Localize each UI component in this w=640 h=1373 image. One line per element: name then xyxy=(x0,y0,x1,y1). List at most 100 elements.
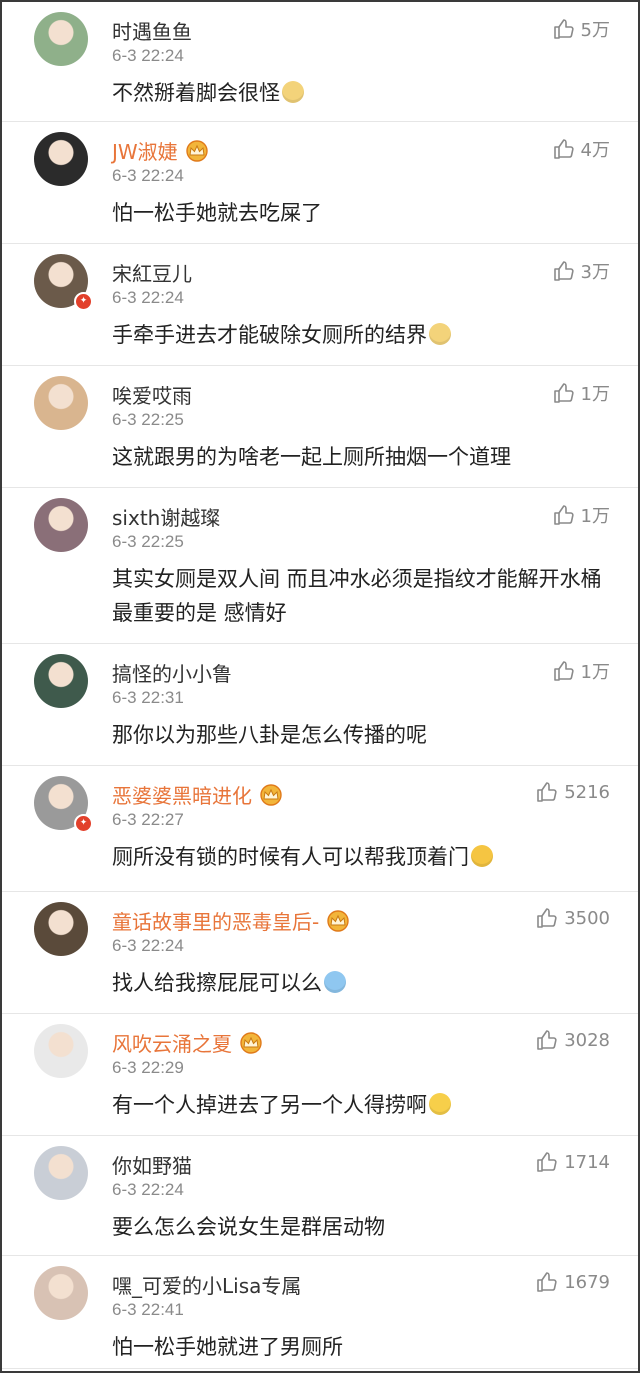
username[interactable]: 宋紅豆儿 xyxy=(112,258,192,287)
like-count: 1万 xyxy=(580,662,610,683)
like-count: 3500 xyxy=(564,907,610,929)
thumbs-up-icon xyxy=(552,503,581,527)
smile-emoji xyxy=(429,1093,451,1115)
comment-item: 你如野猫 6-3 22:24 要么怎么会说女生是群居动物 1714 xyxy=(2,1136,638,1256)
like-button[interactable]: 1万 xyxy=(552,502,610,528)
comment-timestamp: 6-3 22:25 xyxy=(112,532,184,551)
comment-timestamp: 6-3 22:24 xyxy=(112,288,184,307)
comment-body: 不然掰着脚会很怪 xyxy=(112,76,612,110)
avatar[interactable] xyxy=(34,1266,88,1320)
verified-badge-icon: ✦ xyxy=(74,292,93,311)
like-button[interactable]: 5216 xyxy=(535,780,610,804)
username[interactable]: sixth谢越璨 xyxy=(112,502,220,531)
avatar[interactable] xyxy=(34,1024,88,1078)
laugh-cry-emoji xyxy=(471,845,493,867)
vip-crown-icon xyxy=(184,139,210,162)
username[interactable]: 嘿_可爱的小Lisa专属 xyxy=(112,1270,301,1299)
comment-timestamp: 6-3 22:27 xyxy=(112,810,184,829)
verified-badge-icon: ✦ xyxy=(74,814,93,833)
username[interactable]: 唉爱哎雨 xyxy=(112,380,192,409)
like-button[interactable]: 1万 xyxy=(552,380,610,406)
comment-text: 这就跟男的为啥老一起上厕所抽烟一个道理 xyxy=(112,445,511,469)
comment-body: 其实女厕是双人间 而且冲水必须是指纹才能解开水桶 最重要的是 感情好 xyxy=(112,562,612,630)
comment-body: 怕一松手她就去吃屎了 xyxy=(112,196,612,230)
username[interactable]: JW淑婕 xyxy=(112,136,178,165)
like-button[interactable]: 1万 xyxy=(552,658,610,684)
avatar[interactable] xyxy=(34,654,88,708)
vip-crown-icon xyxy=(238,1031,264,1054)
thumbs-up-icon xyxy=(552,381,581,405)
like-count: 1714 xyxy=(564,1151,610,1173)
comment-body: 厕所没有锁的时候有人可以帮我顶着门 xyxy=(112,840,612,874)
comment-timestamp: 6-3 22:25 xyxy=(112,410,184,429)
comment-body: 手牵手进去才能破除女厕所的结界 xyxy=(112,318,612,352)
comment-list: 时遇鱼鱼 6-3 22:24 不然掰着脚会很怪 5万 JW淑婕 6-3 22:24 怕一松手… xyxy=(2,2,638,1369)
thumbs-up-icon xyxy=(535,1150,564,1174)
like-count: 3万 xyxy=(580,262,610,283)
username-row: 你如野猫 xyxy=(112,1150,192,1179)
username[interactable]: 童话故事里的恶毒皇后- xyxy=(112,906,319,935)
comments-panel: 时遇鱼鱼 6-3 22:24 不然掰着脚会很怪 5万 JW淑婕 6-3 22:24 怕一松手… xyxy=(0,0,640,1373)
comment-timestamp: 6-3 22:24 xyxy=(112,166,184,185)
comment-text: 厕所没有锁的时候有人可以帮我顶着门 xyxy=(112,845,469,869)
avatar[interactable] xyxy=(34,12,88,66)
like-button[interactable]: 1714 xyxy=(535,1150,610,1174)
comment-timestamp: 6-3 22:29 xyxy=(112,1058,184,1077)
comment-body: 这就跟男的为啥老一起上厕所抽烟一个道理 xyxy=(112,440,612,474)
thumbs-up-icon xyxy=(535,906,564,930)
thumbs-up-icon xyxy=(552,17,581,41)
avatar[interactable] xyxy=(34,1146,88,1200)
comment-item: 时遇鱼鱼 6-3 22:24 不然掰着脚会很怪 5万 xyxy=(2,2,638,122)
username-row: 风吹云涌之夏 xyxy=(112,1028,264,1057)
like-count: 1万 xyxy=(580,384,610,405)
vip-crown-icon xyxy=(258,783,284,806)
like-button[interactable]: 4万 xyxy=(552,136,610,162)
username[interactable]: 你如野猫 xyxy=(112,1150,192,1179)
comment-text: 那你以为那些八卦是怎么传播的呢 xyxy=(112,723,427,747)
comment-item: sixth谢越璨 6-3 22:25 其实女厕是双人间 而且冲水必须是指纹才能解开水… xyxy=(2,488,638,644)
username-row: JW淑婕 xyxy=(112,136,210,165)
comment-item: 童话故事里的恶毒皇后- 6-3 22:24 找人给我擦屁屁可以么 3500 xyxy=(2,892,638,1014)
like-count: 5216 xyxy=(564,781,610,803)
username-row: 唉爱哎雨 xyxy=(112,380,192,409)
comment-body: 有一个人掉进去了另一个人得捞啊 xyxy=(112,1088,612,1122)
comment-item: 唉爱哎雨 6-3 22:25 这就跟男的为啥老一起上厕所抽烟一个道理 1万 xyxy=(2,366,638,488)
comment-text: 怕一松手她就进了男厕所 xyxy=(112,1335,343,1359)
like-button[interactable]: 3万 xyxy=(552,258,610,284)
comment-body: 那你以为那些八卦是怎么传播的呢 xyxy=(112,718,612,752)
username-row: 时遇鱼鱼 xyxy=(112,16,192,45)
comment-timestamp: 6-3 22:31 xyxy=(112,688,184,707)
like-count: 5万 xyxy=(580,20,610,41)
avatar[interactable] xyxy=(34,902,88,956)
username-row: 恶婆婆黑暗进化 xyxy=(112,780,284,809)
avatar[interactable] xyxy=(34,376,88,430)
comment-item: 嘿_可爱的小Lisa专属 6-3 22:41 怕一松手她就进了男厕所 1679 xyxy=(2,1256,638,1369)
avatar[interactable] xyxy=(34,132,88,186)
doge-emoji xyxy=(429,323,451,345)
comment-text: 找人给我擦屁屁可以么 xyxy=(112,971,322,995)
like-button[interactable]: 3028 xyxy=(535,1028,610,1052)
comment-text: 有一个人掉进去了另一个人得捞啊 xyxy=(112,1093,427,1117)
comment-body: 找人给我擦屁屁可以么 xyxy=(112,966,612,1000)
like-button[interactable]: 5万 xyxy=(552,16,610,42)
comment-text: 手牵手进去才能破除女厕所的结界 xyxy=(112,323,427,347)
comment-body: 怕一松手她就进了男厕所 xyxy=(112,1330,612,1364)
username[interactable]: 时遇鱼鱼 xyxy=(112,16,192,45)
username[interactable]: 搞怪的小小鲁 xyxy=(112,658,232,687)
thumbs-up-icon xyxy=(552,659,581,683)
comment-timestamp: 6-3 22:41 xyxy=(112,1300,184,1319)
username-row: 宋紅豆儿 xyxy=(112,258,192,287)
username[interactable]: 恶婆婆黑暗进化 xyxy=(112,780,252,809)
comment-timestamp: 6-3 22:24 xyxy=(112,46,184,65)
comment-text: 其实女厕是双人间 而且冲水必须是指纹才能解开水桶 最重要的是 感情好 xyxy=(112,567,602,625)
username-row: 童话故事里的恶毒皇后- xyxy=(112,906,351,935)
avatar[interactable] xyxy=(34,498,88,552)
like-button[interactable]: 1679 xyxy=(535,1270,610,1294)
comment-text: 怕一松手她就去吃屎了 xyxy=(112,201,322,225)
like-button[interactable]: 3500 xyxy=(535,906,610,930)
comment-timestamp: 6-3 22:24 xyxy=(112,1180,184,1199)
username[interactable]: 风吹云涌之夏 xyxy=(112,1028,232,1057)
username-row: 搞怪的小小鲁 xyxy=(112,658,232,687)
comment-item: ✦ 恶婆婆黑暗进化 6-3 22:27 厕所没有锁的时候有人可以帮我顶着门 5216 xyxy=(2,766,638,892)
username-row: sixth谢越璨 xyxy=(112,502,220,531)
